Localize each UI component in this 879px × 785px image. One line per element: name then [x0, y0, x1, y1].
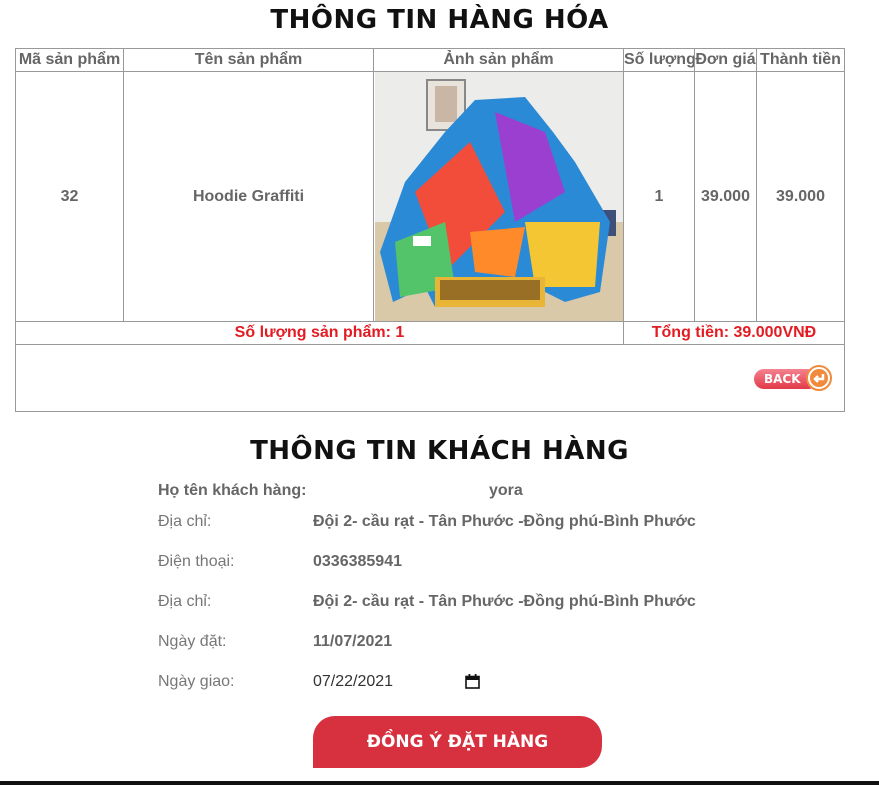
cell-product-name: Hoodie Graffiti [123, 71, 374, 322]
header-unit-price: Đơn giá [694, 48, 757, 72]
back-cell: BACK [15, 344, 845, 412]
address2-value: Đội 2- cầu rạt - Tân Phước -Đồng phú-Bìn… [313, 593, 696, 610]
cell-total: 39.000 [756, 71, 845, 322]
header-product-name: Tên sản phẩm [123, 48, 374, 72]
back-button[interactable]: BACK [754, 365, 834, 391]
address-label: Địa chỉ: [158, 513, 212, 530]
table-row: 32 Hoodie Graffiti 1 39.000 39.000 [15, 71, 845, 322]
back-row: BACK [15, 344, 845, 412]
order-date-value: 11/07/2021 [313, 633, 393, 650]
customer-section-title: THÔNG TIN KHÁCH HÀNG [250, 436, 629, 466]
delivery-date-label: Ngày giao: [158, 673, 235, 690]
product-photo [374, 72, 623, 321]
bottom-divider [0, 781, 879, 785]
place-order-button[interactable]: ĐỒNG Ý ĐẶT HÀNG [313, 716, 602, 768]
product-section-title: THÔNG TIN HÀNG HÓA [270, 5, 609, 35]
cell-quantity: 1 [623, 71, 695, 322]
back-arrow-icon [806, 365, 832, 391]
customer-name-value: yora [489, 482, 523, 499]
header-product-id: Mã sản phẩm [15, 48, 124, 72]
customer-name-label: Họ tên khách hàng: [158, 482, 307, 499]
delivery-date-input[interactable] [313, 670, 485, 694]
cell-product-image [373, 71, 624, 322]
header-total: Thành tiền [756, 48, 845, 72]
total-amount-summary: Tổng tiền: 39.000VNĐ [623, 321, 845, 345]
cell-product-id: 32 [15, 71, 124, 322]
calendar-icon[interactable] [465, 674, 480, 689]
table-header-row: Mã sản phẩm Tên sản phẩm Ảnh sản phẩm Số… [15, 48, 845, 72]
summary-row: Số lượng sản phẩm: 1 Tổng tiền: 39.000VN… [15, 321, 845, 345]
order-date-label: Ngày đặt: [158, 633, 227, 650]
cell-unit-price: 39.000 [694, 71, 757, 322]
header-quantity: Số lượng [623, 48, 695, 72]
product-table: Mã sản phẩm Tên sản phẩm Ảnh sản phẩm Số… [15, 48, 845, 412]
product-count-summary: Số lượng sản phẩm: 1 [15, 321, 624, 345]
phone-label: Điện thoại: [158, 553, 235, 570]
address2-label: Địa chỉ: [158, 593, 212, 610]
header-product-image: Ảnh sản phẩm [373, 48, 624, 72]
address-value: Đội 2- cầu rạt - Tân Phước -Đồng phú-Bìn… [313, 513, 696, 530]
phone-value: 0336385941 [313, 553, 402, 570]
